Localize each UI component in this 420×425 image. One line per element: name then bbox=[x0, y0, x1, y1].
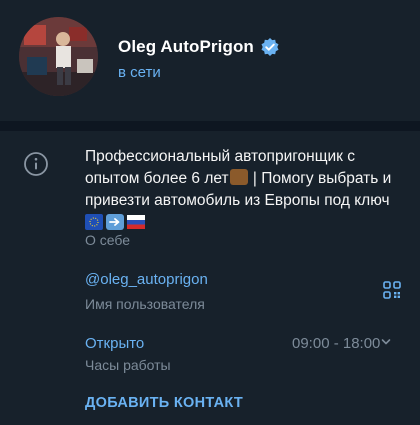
verified-badge-icon bbox=[261, 38, 279, 56]
hours-time[interactable]: 09:00 - 18:00 bbox=[292, 335, 380, 352]
briefcase-icon bbox=[229, 169, 248, 185]
username-link[interactable]: @oleg_autoprigon bbox=[85, 271, 208, 288]
bio-line-1: Профессиональный автопригонщик с bbox=[85, 148, 355, 165]
russia-flag-icon bbox=[127, 215, 145, 229]
avatar-photo bbox=[19, 17, 98, 96]
username-label: Имя пользователя bbox=[85, 296, 205, 312]
profile-header: Oleg AutoPrigon в сети bbox=[0, 0, 420, 120]
bio-label: О себе bbox=[85, 232, 131, 248]
profile-info-section: Профессиональный автопригонщик с опытом … bbox=[0, 131, 420, 425]
profile-name: Oleg AutoPrigon bbox=[118, 37, 254, 56]
section-divider bbox=[0, 121, 420, 131]
right-arrow-icon bbox=[106, 214, 124, 230]
qr-code-icon[interactable] bbox=[383, 281, 401, 299]
bio-line-2: опытом более 6 лет | Помогу выбрать и bbox=[85, 168, 405, 190]
eu-flag-icon bbox=[85, 214, 103, 230]
profile-name-row: Oleg AutoPrigon bbox=[118, 36, 280, 58]
hours-open-status[interactable]: Открыто bbox=[85, 335, 144, 352]
bio-line-2-end: | Помогу выбрать и bbox=[248, 170, 392, 187]
chevron-down-icon[interactable] bbox=[381, 338, 391, 346]
bio-emoji-row bbox=[85, 214, 405, 230]
hours-label: Часы работы bbox=[85, 357, 171, 373]
online-status: в сети bbox=[118, 64, 161, 81]
bio-text: Профессиональный автопригонщик с опытом … bbox=[85, 146, 405, 230]
avatar[interactable] bbox=[19, 17, 98, 96]
bio-line-3: привезти автомобиль из Европы под ключ bbox=[85, 192, 390, 209]
bio-line-2-start: опытом более 6 лет bbox=[85, 170, 229, 187]
add-contact-button[interactable]: ДОБАВИТЬ КОНТАКТ bbox=[85, 395, 243, 411]
info-icon bbox=[24, 152, 48, 176]
